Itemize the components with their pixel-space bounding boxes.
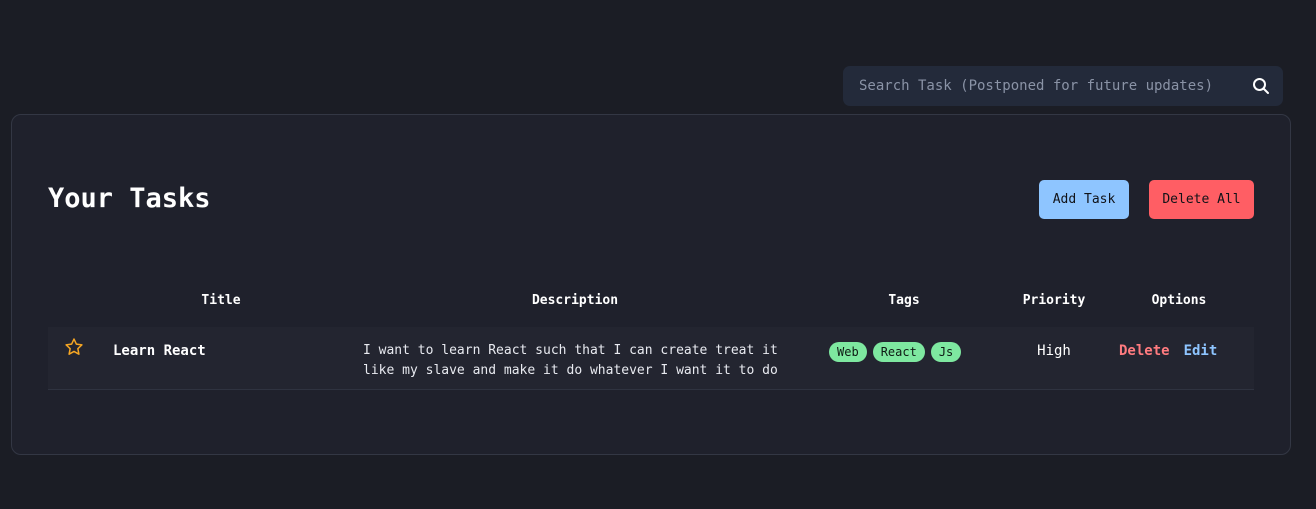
search-icon[interactable]	[1251, 76, 1271, 96]
task-options: Delete Edit	[1119, 343, 1217, 359]
tag-badge: Js	[930, 342, 962, 362]
tag-badge: Web	[829, 342, 867, 362]
delete-task-link[interactable]: Delete	[1119, 343, 1170, 359]
column-header-title: Title	[201, 293, 241, 308]
table-row: Learn React I want to learn React such t…	[48, 327, 1254, 390]
search-input[interactable]	[859, 78, 1251, 94]
table-header: Title Description Tags Priority Options	[48, 287, 1254, 327]
add-task-button[interactable]: Add Task	[1039, 180, 1129, 219]
column-header-description: Description	[531, 293, 619, 308]
tasks-panel: Your Tasks Add Task Delete All Title Des…	[11, 114, 1291, 455]
column-header-options: Options	[1151, 293, 1207, 308]
task-description: I want to learn React such that I can cr…	[363, 343, 778, 378]
search-bar	[843, 66, 1283, 106]
star-outline-icon[interactable]	[64, 337, 84, 357]
column-header-tags: Tags	[888, 293, 920, 308]
tasks-table: Title Description Tags Priority Options …	[48, 287, 1254, 390]
delete-all-button[interactable]: Delete All	[1149, 180, 1254, 219]
task-tags: Web React Js	[829, 342, 962, 362]
column-header-priority: Priority	[1022, 293, 1086, 308]
task-title: Learn React	[113, 343, 206, 359]
task-priority: High	[1037, 343, 1071, 359]
tag-badge: React	[872, 342, 925, 362]
page-title: Your Tasks	[48, 183, 211, 214]
edit-task-link[interactable]: Edit	[1184, 343, 1218, 359]
